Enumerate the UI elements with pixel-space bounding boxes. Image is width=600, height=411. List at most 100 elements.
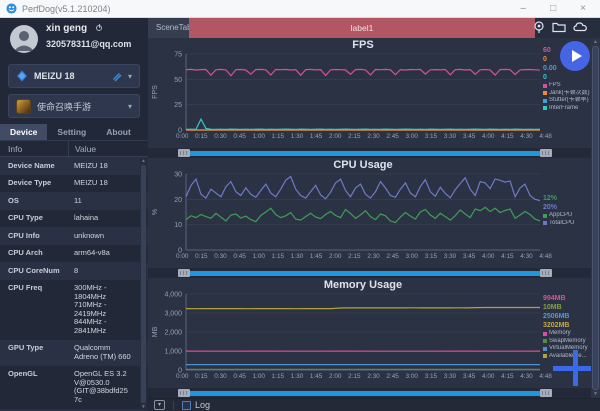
user-email: 320578311@qq.com: [46, 39, 131, 49]
table-row: GPU TypeQualcomm Adreno (TM) 660: [0, 340, 148, 366]
legend-item: SwapMemory: [543, 338, 591, 346]
avatar: [10, 25, 38, 53]
device-select[interactable]: MEIZU 18 ▾: [8, 64, 140, 88]
main-panel: SceneTab label1 0255075FPS FPS 6000.000F…: [148, 18, 600, 411]
device-icon: [16, 70, 28, 82]
legend-value: 0: [543, 73, 591, 82]
app-select-label: 使命召唤手游: [37, 100, 128, 113]
scroll-up-icon[interactable]: ▲: [591, 39, 600, 45]
legend-value: 20%: [543, 203, 591, 212]
x-axis-ticks: 0:000:150:300:451:001:151:301:452:002:15…: [176, 253, 552, 260]
header-info: Info: [0, 141, 68, 156]
cloud-icon[interactable]: [573, 21, 588, 32]
scrollbar-left-handle[interactable]: [178, 389, 190, 397]
tab-label1[interactable]: label1: [189, 18, 535, 38]
scene-tabbar: SceneTab label1: [148, 18, 600, 38]
legend-item: TotalCPU: [543, 220, 591, 228]
table-row: Device TypeMEIZU 18: [0, 175, 148, 193]
chevron-down-icon: ▾: [128, 102, 132, 111]
svg-text:%: %: [152, 209, 159, 215]
svg-text:75: 75: [174, 52, 182, 59]
legend-item: InterFrame: [543, 105, 591, 113]
scrollbar-right-handle[interactable]: [540, 149, 552, 157]
pin-icon[interactable]: [533, 21, 545, 34]
header-value: Value: [68, 141, 148, 156]
scroll-up-icon[interactable]: ▲: [140, 158, 147, 164]
scroll-down-icon[interactable]: ▼: [591, 391, 600, 397]
pen-icon[interactable]: [112, 71, 123, 82]
table-row: CPU Typelahaina: [0, 210, 148, 228]
app-icon: [16, 99, 31, 114]
legend-value: 2506MB: [543, 312, 591, 321]
table-scrollbar[interactable]: ▲ ▼: [140, 158, 147, 410]
legend-value: 3202MB: [543, 321, 591, 330]
log-label: Log: [195, 400, 210, 410]
svg-text:30: 30: [174, 172, 182, 179]
legend-item: Jank(卡顿次数): [543, 90, 591, 98]
scrollbar-right-handle[interactable]: [540, 269, 552, 277]
svg-text:FPS: FPS: [152, 85, 159, 99]
device-info-table: Info Value Device NameMEIZU 18Device Typ…: [0, 141, 148, 411]
x-axis-ticks: 0:000:150:300:451:001:151:301:452:002:15…: [176, 373, 552, 380]
table-row: CPU CoreNum8: [0, 262, 148, 280]
chart-legend: 12%20%AppCPUTotalCPU: [543, 194, 591, 227]
scrollbar-left-handle[interactable]: [178, 149, 190, 157]
legend-item: Stutter(卡顿率): [543, 97, 591, 105]
minimize-button[interactable]: –: [521, 0, 527, 18]
tab-about[interactable]: About: [96, 124, 141, 140]
device-select-label: MEIZU 18: [34, 71, 112, 81]
table-row: OpenGLOpenGL ES 3.2 V@0530.0 (GIT@38bdfd…: [0, 366, 148, 409]
svg-text:3,000: 3,000: [164, 311, 182, 318]
chart-title: Memory Usage: [186, 279, 540, 291]
folder-icon[interactable]: [552, 21, 566, 33]
sidebar-tabs: DeviceSettingAbout: [0, 124, 148, 141]
svg-text:25: 25: [174, 102, 182, 109]
svg-text:20: 20: [174, 197, 182, 204]
scrollbar-right-handle[interactable]: [540, 389, 552, 397]
tab-device[interactable]: Device: [0, 124, 47, 140]
legend-item: AppCPU: [543, 212, 591, 220]
scrollbar-track[interactable]: [190, 391, 540, 396]
table-body: Device NameMEIZU 18Device TypeMEIZU 18OS…: [0, 157, 148, 411]
table-row: OS11: [0, 192, 148, 210]
scrollbar-left-handle[interactable]: [178, 269, 190, 277]
scrollbar-thumb[interactable]: [141, 165, 146, 403]
svg-text:MB: MB: [152, 326, 159, 337]
fps-chart: 0255075FPS FPS 6000.000FPSJank(卡顿次数)Stut…: [148, 38, 591, 148]
tab-setting[interactable]: Setting: [47, 124, 96, 140]
app-select[interactable]: 使命召唤手游 ▾: [8, 94, 140, 118]
legend-value: 10MB: [543, 303, 591, 312]
close-button[interactable]: ×: [580, 0, 586, 18]
play-button[interactable]: [560, 41, 590, 71]
x-axis-ticks: 0:000:150:300:451:001:151:301:452:002:15…: [176, 133, 552, 140]
perfdog-logo: [6, 3, 17, 14]
table-row: CPU Archarm64-v8a: [0, 245, 148, 263]
legend-item: FPS: [543, 82, 591, 90]
chevron-down-icon: ▾: [128, 72, 132, 81]
maximize-button[interactable]: □: [550, 0, 556, 18]
scrollbar-track[interactable]: [190, 271, 540, 276]
scroll-down-icon[interactable]: ▼: [140, 404, 147, 410]
user-name: xin geng: [46, 23, 87, 34]
chart-hscrollbar: [148, 388, 591, 398]
chart-title: CPU Usage: [186, 159, 540, 171]
scrollbar-track[interactable]: [190, 151, 540, 156]
scrollbar-thumb[interactable]: [592, 46, 599, 390]
svg-text:2,000: 2,000: [164, 330, 182, 337]
user-card: xin geng 320578311@qq.com: [0, 18, 148, 60]
logout-icon[interactable]: [96, 24, 104, 32]
table-row: CPU Infounknown: [0, 227, 148, 245]
svg-text:4,000: 4,000: [164, 292, 182, 299]
main-vscrollbar[interactable]: ▲ ▼: [591, 38, 600, 398]
log-checkbox[interactable]: [182, 401, 191, 410]
expand-button[interactable]: ▾: [154, 400, 165, 410]
chart-title: FPS: [186, 39, 540, 51]
memory-chart: 01,0002,0003,0004,000MB Memory Usage 994…: [148, 278, 591, 388]
table-row: CPU Freq300MHz - 1804MHz 710MHz - 2419MH…: [0, 280, 148, 340]
legend-value: 12%: [543, 194, 591, 203]
chart-hscrollbar: [148, 268, 591, 278]
cpu-chart: 0102030% CPU Usage 12%20%AppCPUTotalCPU …: [148, 158, 591, 268]
legend-value: 994MB: [543, 294, 591, 303]
svg-text:50: 50: [174, 77, 182, 84]
chart-hscrollbar: [148, 148, 591, 158]
